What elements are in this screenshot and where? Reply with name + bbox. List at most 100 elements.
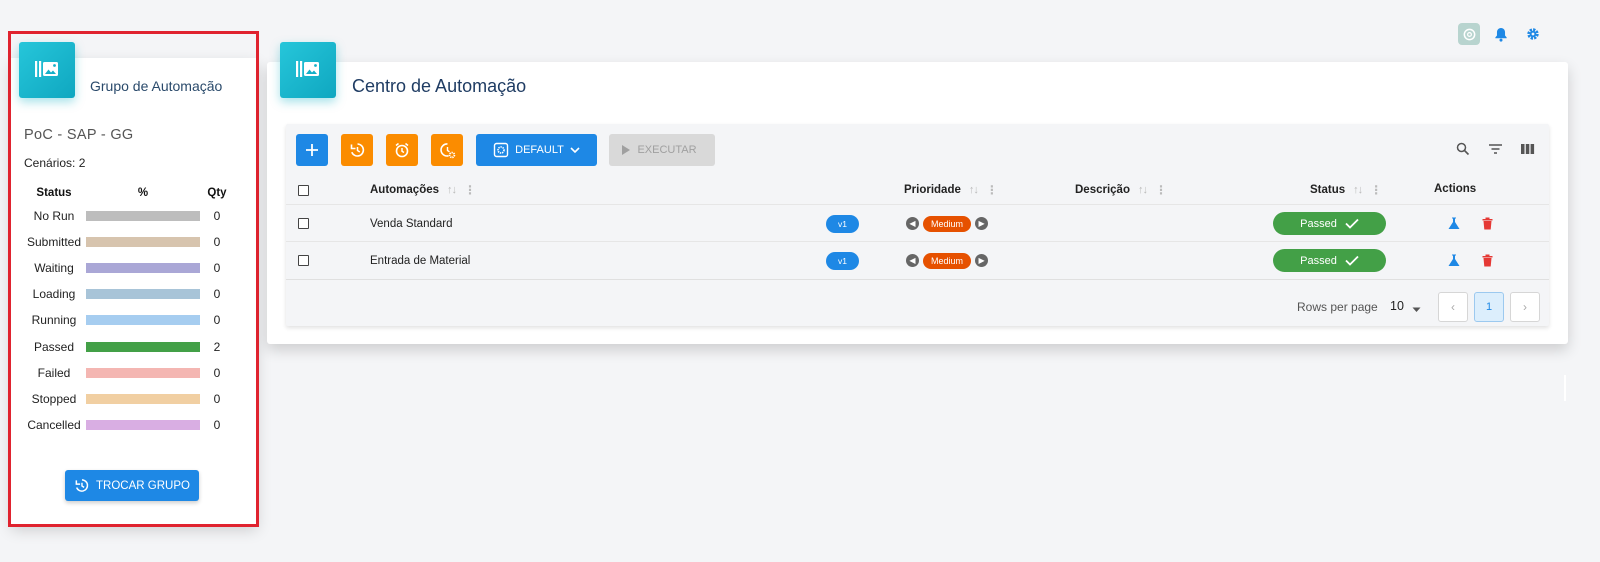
check-icon <box>1345 218 1359 229</box>
gear-icon[interactable] <box>1522 23 1544 45</box>
status-row: Cancelled 0 <box>24 412 234 438</box>
status-qty: 0 <box>213 235 221 250</box>
status-bar-cell <box>84 341 200 352</box>
status-row: Submitted 0 <box>24 229 234 255</box>
search-icon[interactable] <box>1452 138 1474 160</box>
filter-icon[interactable] <box>1484 138 1506 160</box>
group-card-title: Grupo de Automação <box>90 78 223 94</box>
automation-name[interactable]: Entrada de Material <box>370 242 470 279</box>
chevron-down-icon <box>570 146 580 153</box>
table-tools <box>1452 138 1548 160</box>
table-row[interactable]: Entrada de Material v1 ◀ Medium ▶ Passed <box>286 241 1549 279</box>
table-row[interactable]: Venda Standard v1 ◀ Medium ▶ Passed <box>286 204 1549 242</box>
status-table-header: Status % Qty <box>24 183 234 203</box>
history-icon <box>350 143 365 157</box>
history-button[interactable] <box>341 134 373 166</box>
status-qty: 0 <box>213 391 221 406</box>
columns-icon[interactable] <box>1516 138 1538 160</box>
environment-label: DEFAULT <box>515 144 564 156</box>
execute-button[interactable]: EXECUTAR <box>609 134 715 166</box>
status-bar <box>86 315 200 326</box>
change-group-label: TROCAR GRUPO <box>96 479 190 492</box>
description-header-label: Descrição <box>1075 184 1130 196</box>
status-name: Running <box>31 313 77 328</box>
column-menu-icon[interactable]: ⋮ <box>464 183 476 197</box>
status-column-header: Status <box>36 187 72 199</box>
automations-header-label: Automações <box>370 184 440 196</box>
row-checkbox[interactable] <box>298 255 309 266</box>
status-badge: Passed <box>1273 249 1386 272</box>
select-all-checkbox[interactable] <box>298 185 309 196</box>
next-page-button[interactable]: › <box>1510 292 1540 322</box>
status-qty: 0 <box>213 287 221 302</box>
version-badge: v1 <box>826 251 859 270</box>
sort-icon[interactable]: ↑↓ <box>1353 184 1363 196</box>
version-badge: v1 <box>826 214 859 233</box>
status-row: Waiting 0 <box>24 255 234 281</box>
rows-per-page-select[interactable]: 10 <box>1390 299 1404 313</box>
priority-column-header[interactable]: Prioridade ↑↓ ⋮ <box>904 183 998 197</box>
column-menu-icon[interactable]: ⋮ <box>1370 183 1382 197</box>
add-button[interactable] <box>296 134 328 166</box>
arrow-left-icon[interactable]: ◀ <box>906 254 919 267</box>
sort-icon[interactable]: ↑↓ <box>969 184 979 196</box>
rows-per-page-label: Rows per page <box>1297 300 1378 314</box>
alarm-icon <box>395 142 409 158</box>
qty-column-header: Qty <box>207 187 227 199</box>
alarm-button[interactable] <box>386 134 418 166</box>
status-qty: 0 <box>213 209 221 224</box>
status-label: Passed <box>1300 254 1337 267</box>
status-bar <box>86 237 200 248</box>
history-icon <box>75 479 89 492</box>
flask-icon[interactable] <box>1448 217 1460 230</box>
arrow-right-icon[interactable]: ▶ <box>975 217 989 230</box>
sort-icon[interactable]: ↑↓ <box>1138 184 1148 196</box>
delete-icon[interactable] <box>1482 254 1493 267</box>
percent-column-header: % <box>137 187 149 199</box>
status-qty: 0 <box>213 365 221 380</box>
status-bar <box>86 341 200 352</box>
status-name: Waiting <box>34 261 74 276</box>
settings-box-icon <box>493 142 509 158</box>
row-checkbox[interactable] <box>298 218 309 229</box>
automation-name[interactable]: Venda Standard <box>370 205 453 242</box>
status-summary-table: Status % Qty No Run 0 Submitted 0 Waiting 0 Lo… <box>24 183 234 438</box>
status-bar <box>86 211 200 222</box>
status-qty: 0 <box>213 261 221 276</box>
arrow-right-icon[interactable]: ▶ <box>975 254 989 267</box>
status-row: Stopped 0 <box>24 386 234 412</box>
status-qty: 0 <box>213 417 221 432</box>
divider <box>1564 375 1566 401</box>
pagination-footer: Rows per page 10 ‹ 1 › <box>286 279 1549 326</box>
schedule-settings-button[interactable] <box>431 134 463 166</box>
status-name: Failed <box>37 365 71 380</box>
play-icon <box>622 145 631 155</box>
status-column-header[interactable]: Status ↑↓ ⋮ <box>1310 183 1382 197</box>
status-bar <box>86 419 200 430</box>
execute-label: EXECUTAR <box>637 144 697 156</box>
page-button[interactable]: 1 <box>1474 292 1504 322</box>
status-bar-cell <box>84 263 200 274</box>
add-icon <box>306 144 318 156</box>
caret-down-icon[interactable] <box>1412 302 1421 316</box>
status-row: Loading 0 <box>24 281 234 307</box>
status-bar-cell <box>84 211 200 222</box>
priority-badge: Medium <box>923 252 972 269</box>
priority-badge: Medium <box>923 215 972 232</box>
automations-column-header[interactable]: Automações ↑↓ ⋮ <box>370 183 476 197</box>
bell-icon[interactable] <box>1490 23 1512 45</box>
environment-select[interactable]: DEFAULT <box>476 134 597 166</box>
description-column-header[interactable]: Descrição ↑↓ ⋮ <box>1075 183 1167 197</box>
chatgpt-icon[interactable] <box>1458 23 1480 45</box>
change-group-button[interactable]: TROCAR GRUPO <box>65 470 199 501</box>
flask-icon[interactable] <box>1448 254 1460 267</box>
delete-icon[interactable] <box>1482 217 1493 230</box>
sort-icon[interactable]: ↑↓ <box>447 184 457 196</box>
column-menu-icon[interactable]: ⋮ <box>1155 183 1167 197</box>
status-label: Passed <box>1300 217 1337 230</box>
actions-column-header: Actions <box>1434 183 1476 195</box>
arrow-left-icon[interactable]: ◀ <box>906 217 919 230</box>
page-title: Centro de Automação <box>352 76 527 96</box>
prev-page-button[interactable]: ‹ <box>1438 292 1468 322</box>
column-menu-icon[interactable]: ⋮ <box>986 183 998 197</box>
